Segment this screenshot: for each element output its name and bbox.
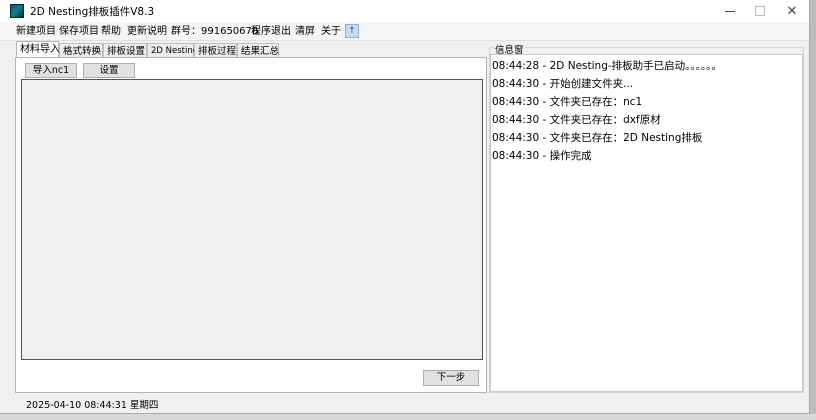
status-datetime: 2025-04-10 08:44:31 星期四 — [26, 400, 159, 411]
app-icon — [10, 4, 24, 18]
tab-nesting-settings[interactable]: 排板设置 — [103, 43, 147, 58]
menu-bar: 新建项目 保存项目 帮助 更新说明 群号：991650678 程序退出 清屏 关… — [0, 22, 809, 41]
menu-group-number[interactable]: 群号：991650678 — [171, 24, 258, 39]
tab-material-import[interactable]: 材料导入 — [16, 41, 60, 58]
tab-2d-nesting[interactable]: 2D Nesting — [147, 43, 198, 58]
menu-new-project[interactable]: 新建项目 — [16, 24, 56, 39]
menu-about[interactable]: 关于 — [321, 24, 341, 39]
log-line: 08:44:30 - 文件夹已存在：dxf原材 — [492, 114, 661, 126]
log-line: 08:44:30 - 开始创建文件夹... — [492, 78, 634, 90]
background-window-edge — [810, 0, 816, 414]
menu-save-project[interactable]: 保存项目 — [59, 24, 99, 39]
close-button[interactable]: ✕ — [772, 0, 812, 22]
close-icon: ✕ — [786, 3, 798, 19]
tab-result-summary[interactable]: 结果汇总 — [237, 43, 279, 58]
menu-help[interactable]: 帮助 — [101, 24, 121, 39]
app-window: 2D Nesting排板插件V8.3 ✕ 新建项目 保存项目 帮助 更新说明 群… — [0, 0, 810, 414]
window-title: 2D Nesting排板插件V8.3 — [30, 6, 155, 18]
next-step-button[interactable]: 下一步 — [423, 370, 479, 386]
material-list-area[interactable] — [21, 79, 483, 360]
minimize-icon — [725, 10, 735, 12]
taskbar-sliver — [0, 414, 816, 420]
tab-nesting-process[interactable]: 排板过程 — [194, 43, 237, 58]
log-line: 08:44:30 - 操作完成 — [492, 150, 592, 162]
menu-update-notes[interactable]: 更新说明 — [127, 24, 167, 39]
status-bar: 2025-04-10 08:44:31 星期四 — [0, 395, 809, 413]
menu-exit[interactable]: 程序退出 — [251, 24, 291, 39]
maximize-icon — [755, 6, 765, 16]
import-nc1-button[interactable]: 导入nc1 — [25, 63, 77, 78]
log-line: 08:44:30 - 文件夹已存在：2D Nesting排板 — [492, 132, 703, 144]
log-line: 08:44:30 - 文件夹已存在：nc1 — [492, 96, 643, 108]
menu-clear-screen[interactable]: 清屏 — [295, 24, 315, 39]
log-line: 08:44:28 - 2D Nesting-排板助手已启动。。。。。。 — [492, 60, 722, 72]
settings-button[interactable]: 设置 — [83, 63, 135, 78]
title-bar: 2D Nesting排板插件V8.3 ✕ — [0, 0, 809, 22]
tab-format-convert[interactable]: 格式转换 — [59, 43, 103, 58]
pin-icon[interactable]: ☨ — [345, 24, 359, 38]
